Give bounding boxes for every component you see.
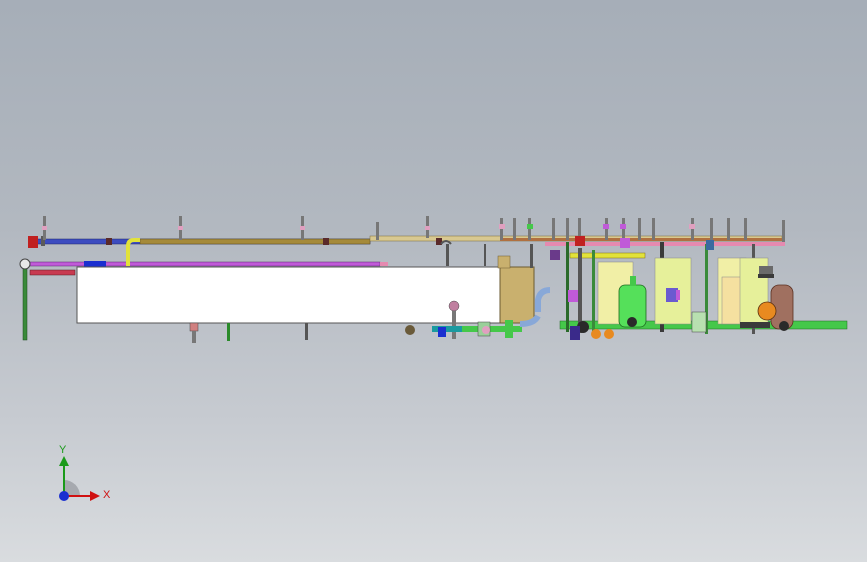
magenta-pipe-run[interactable] xyxy=(29,261,388,267)
cad-viewport[interactable]: Y X xyxy=(0,0,867,562)
y-axis-label: Y xyxy=(59,444,67,456)
y-axis-arrow-icon xyxy=(59,456,69,466)
left-riser[interactable] xyxy=(19,236,76,341)
z-axis-dot-icon xyxy=(59,491,69,501)
inlet-piping[interactable] xyxy=(440,240,533,268)
coordinate-triad: Y X xyxy=(40,438,120,510)
piping-assembly-model[interactable] xyxy=(0,0,867,562)
x-axis-label: X xyxy=(103,489,111,501)
tank-supports xyxy=(189,322,415,343)
x-axis-arrow-icon xyxy=(90,491,100,501)
